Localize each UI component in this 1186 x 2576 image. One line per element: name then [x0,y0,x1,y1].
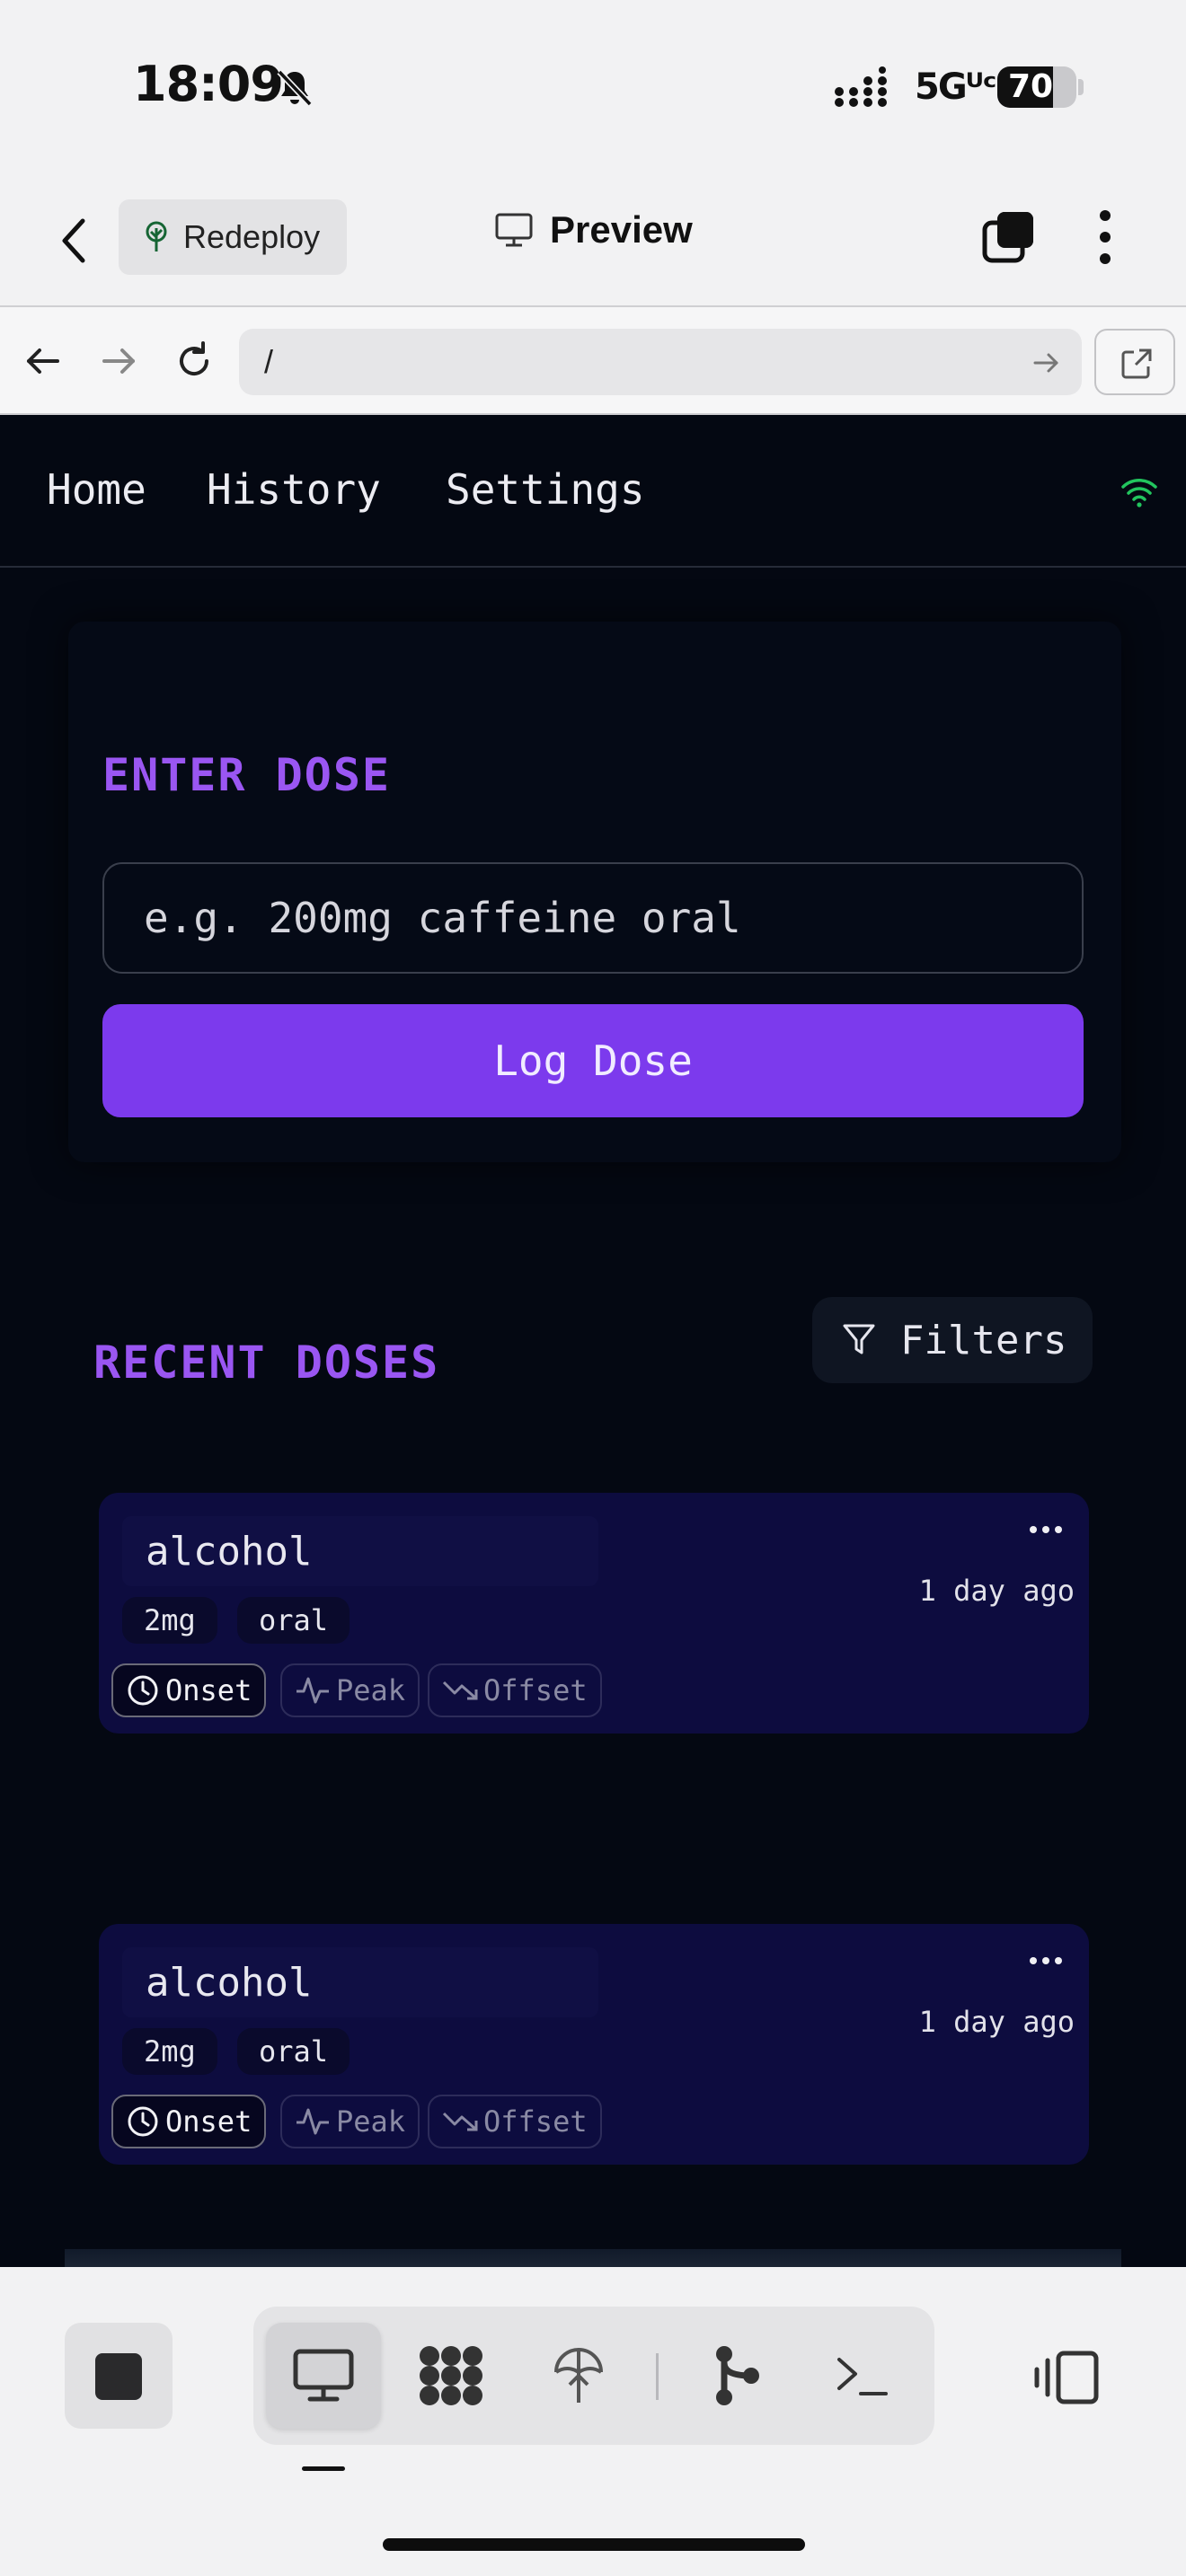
monitor-icon [495,213,533,247]
activity-icon [296,2108,329,2135]
filters-label: Filters [900,1317,1067,1363]
phone-screen: 18:09 5Gᵁᶜ 70 Redeploy Preview / Home Hi… [0,0,1186,2576]
filters-button[interactable]: Filters [812,1297,1093,1383]
trending-down-icon [442,1681,478,1700]
substance-name: alcohol [146,1960,313,2006]
site-nav: Home History Settings [0,415,1186,568]
preview-title[interactable]: Preview [494,208,693,251]
terminal-icon [837,2358,888,2395]
web-preview: Home History Settings ENTER DOSE Log Dos… [0,415,1186,2267]
dose-time-ago: 1 day ago [918,1574,1075,1608]
go-arrow-icon[interactable] [1031,348,1060,377]
url-input[interactable]: / [239,329,1082,395]
url-bar: / [0,305,1186,415]
filter-icon [843,1324,875,1354]
external-link-icon [1121,348,1152,379]
phase-peak-label: Peak [336,1673,406,1707]
arrow-forward-icon[interactable] [97,340,140,383]
log-dose-button[interactable]: Log Dose [102,1004,1084,1117]
cellular-signal-icon [835,66,887,107]
status-time: 18:09 [133,56,284,112]
tool-switcher [253,2307,934,2445]
dose-route-pill: oral [237,2028,350,2075]
phase-offset-tab[interactable]: Offset [428,1663,602,1717]
arrow-back-icon[interactable] [22,340,65,383]
git-button[interactable] [679,2323,794,2429]
clock-icon [128,2106,158,2137]
desktop-preview-icon [293,2349,354,2402]
trending-down-icon [442,2112,478,2131]
phase-offset-tab[interactable]: Offset [428,2095,602,2148]
stop-button[interactable] [65,2323,173,2429]
stop-icon [95,2353,142,2400]
status-bar: 18:09 5Gᵁᶜ 70 [0,0,1186,171]
branch-icon [716,2346,759,2405]
preview-label: Preview [550,208,693,251]
recent-doses-title: RECENT DOSES [93,1337,440,1389]
active-tool-indicator [302,2466,345,2471]
tree-icon [146,221,167,251]
wifi-connected-icon [1121,479,1157,507]
desktop-preview-button[interactable] [266,2323,381,2429]
phase-onset-label: Onset [165,2104,252,2139]
redeploy-label: Redeploy [183,218,321,255]
chevron-left-icon[interactable] [56,216,92,266]
dose-card[interactable]: alcohol 1 day ago 2mg oral Onset Peak Of… [99,1493,1089,1734]
terminal-button[interactable] [805,2323,920,2429]
phase-offset-label: Offset [483,2104,588,2139]
phase-onset-tab[interactable]: Onset [111,1663,267,1717]
reload-icon[interactable] [173,340,216,383]
dose-time-ago: 1 day ago [918,2005,1075,2039]
clock-icon [128,1675,158,1706]
dose-amount-pill: 2mg [122,1597,217,1644]
url-text: / [264,343,274,380]
phase-onset-tab[interactable]: Onset [111,2095,267,2148]
phase-offset-label: Offset [483,1673,588,1707]
open-external-button[interactable] [1094,329,1175,395]
battery-percent: 70 [1007,68,1054,105]
home-indicator [383,2538,805,2551]
enter-dose-title: ENTER DOSE [102,749,392,801]
deploy-button[interactable] [521,2323,636,2429]
dose-input[interactable] [102,862,1084,974]
grid-apps-icon [420,2346,482,2405]
nav-history[interactable]: History [207,465,381,514]
nav-home[interactable]: Home [47,465,146,514]
bottom-toolbar [0,2267,1186,2576]
more-horizontal-icon[interactable] [1028,1523,1064,1536]
battery-cap [1078,79,1084,95]
dose-amount-pill: 2mg [122,2028,217,2075]
dose-card[interactable]: alcohol 1 day ago 2mg oral Onset Peak Of… [99,1924,1089,2165]
dose-route-pill: oral [237,1597,350,1644]
tabs-icon[interactable] [981,208,1037,264]
battery-indicator: 70 [997,66,1076,108]
enter-dose-card: ENTER DOSE Log Dose [68,622,1121,1162]
more-horizontal-icon[interactable] [1028,1954,1064,1967]
phase-peak-label: Peak [336,2104,406,2139]
phase-peak-tab[interactable]: Peak [280,2095,420,2148]
redeploy-button[interactable]: Redeploy [119,199,347,275]
activity-icon [296,1677,329,1704]
panel-toggle-icon[interactable] [1033,2350,1100,2405]
nav-settings[interactable]: Settings [446,465,645,514]
apps-button[interactable] [394,2323,509,2429]
next-card-edge [65,2249,1121,2267]
more-vertical-icon[interactable] [1094,208,1116,266]
app-header: Redeploy Preview [0,171,1186,305]
bell-muted-icon [277,69,313,107]
substance-name: alcohol [146,1529,313,1575]
deploy-icon [554,2348,603,2403]
toolbar-separator [656,2353,659,2400]
network-type: 5Gᵁᶜ [915,66,997,108]
phase-peak-tab[interactable]: Peak [280,1663,420,1717]
phase-onset-label: Onset [165,1673,252,1707]
